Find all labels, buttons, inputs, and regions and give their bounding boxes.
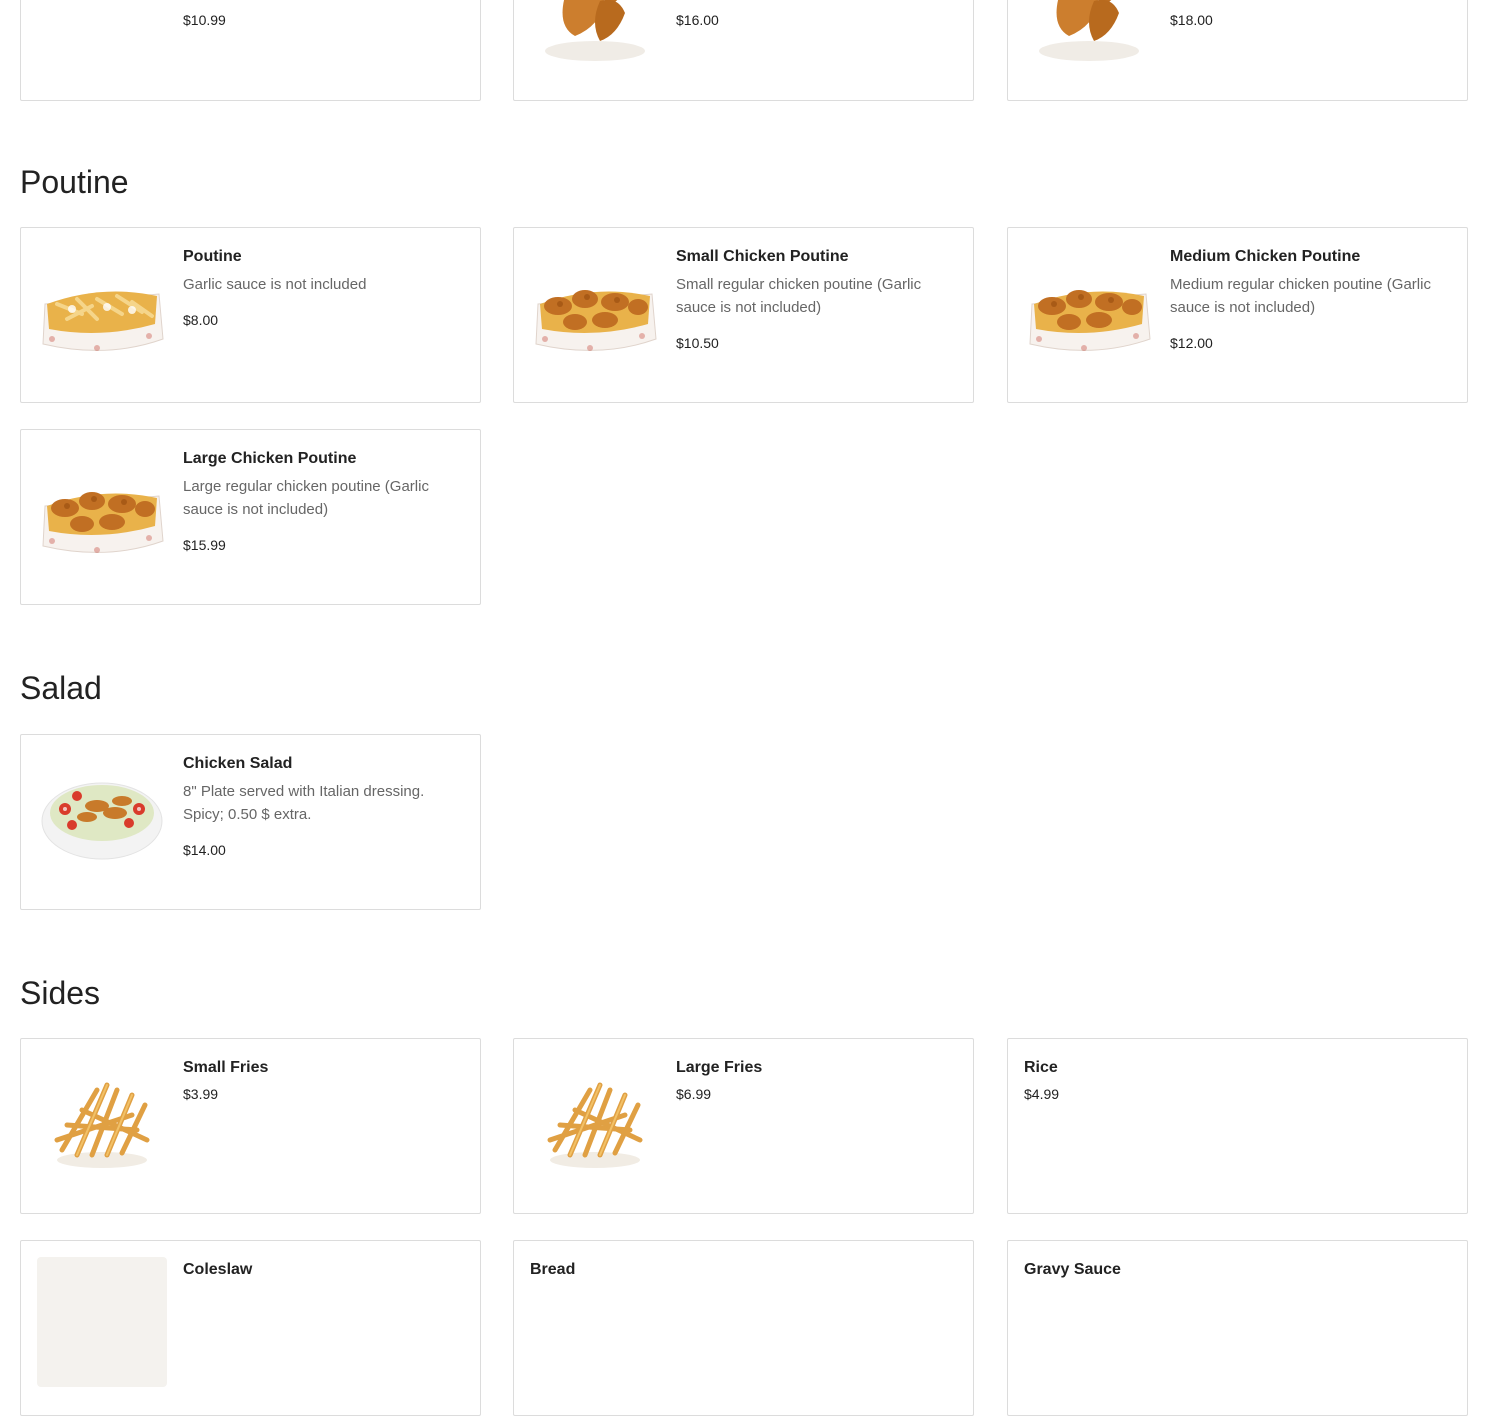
item-name: Chicken Salad <box>183 755 293 772</box>
item-price: $12.00 <box>1170 335 1213 351</box>
menu-item-gravy-sauce[interactable]: Gravy Sauce <box>1007 1240 1468 1416</box>
item-price: $15.99 <box>183 537 226 553</box>
poutine-image <box>37 244 167 374</box>
item-name: Poutine <box>183 248 242 265</box>
coleslaw-image <box>37 1257 167 1387</box>
menu-item-large-chicken-poutine[interactable]: Large Chicken Poutine Large regular chic… <box>20 429 481 605</box>
menu-item-card[interactable]: $16.00 <box>513 0 974 101</box>
section-title-salad: Salad <box>20 670 102 706</box>
item-price: $3.99 <box>183 1086 219 1102</box>
sandwich-image <box>37 0 167 21</box>
item-name: Large Fries <box>676 1059 763 1076</box>
section-title-poutine: Poutine <box>20 164 129 200</box>
chicken-poutine-image <box>1024 244 1154 374</box>
menu-item-small-fries[interactable]: Small Fries $3.99 <box>20 1038 481 1214</box>
fries-image <box>37 1055 167 1185</box>
item-price: $16.00 <box>676 12 719 28</box>
menu-item-card[interactable]: $10.99 <box>20 0 481 101</box>
item-price: $6.99 <box>676 1086 712 1102</box>
chicken-poutine-image <box>530 244 660 374</box>
menu-item-medium-chicken-poutine[interactable]: Medium Chicken Poutine Medium regular ch… <box>1007 227 1468 403</box>
menu-item-poutine[interactable]: Poutine Garlic sauce is not included $8.… <box>20 227 481 403</box>
item-name: Bread <box>530 1261 576 1278</box>
item-price: $10.50 <box>676 335 719 351</box>
menu-item-rice[interactable]: Rice $4.99 <box>1007 1038 1468 1214</box>
item-name: Small Fries <box>183 1059 269 1076</box>
salad-image <box>37 751 167 881</box>
item-price: $8.00 <box>183 312 219 328</box>
section-title-sides: Sides <box>20 975 101 1011</box>
menu-item-small-chicken-poutine[interactable]: Small Chicken Poutine Small regular chic… <box>513 227 974 403</box>
item-description: 8" Plate served with Italian dressing. S… <box>183 783 425 823</box>
item-description: Medium regular chicken poutine (Garlic s… <box>1170 276 1431 316</box>
item-price: $14.00 <box>183 842 226 858</box>
menu-item-chicken-salad[interactable]: Chicken Salad 8" Plate served with Itali… <box>20 734 481 910</box>
item-description: Large regular chicken poutine (Garlic sa… <box>183 478 429 518</box>
item-description: Garlic sauce is not included <box>183 276 367 293</box>
item-price: $18.00 <box>1170 12 1213 28</box>
chicken-tenders-image <box>1024 0 1154 71</box>
item-name: Coleslaw <box>183 1261 253 1278</box>
item-name: Gravy Sauce <box>1024 1261 1121 1278</box>
chicken-tenders-image <box>530 0 660 71</box>
menu-item-bread[interactable]: Bread <box>513 1240 974 1416</box>
item-description: Small regular chicken poutine (Garlic sa… <box>676 276 922 316</box>
menu-item-large-fries[interactable]: Large Fries $6.99 <box>513 1038 974 1214</box>
item-price: $10.99 <box>183 12 226 28</box>
menu-item-coleslaw[interactable]: Coleslaw <box>20 1240 481 1416</box>
item-name: Medium Chicken Poutine <box>1170 248 1361 265</box>
item-price: $4.99 <box>1024 1086 1060 1102</box>
item-name: Large Chicken Poutine <box>183 450 357 467</box>
chicken-poutine-image <box>37 446 167 576</box>
item-name: Small Chicken Poutine <box>676 248 849 265</box>
menu-item-card[interactable]: $18.00 <box>1007 0 1468 101</box>
item-name: Rice <box>1024 1059 1058 1076</box>
fries-image <box>530 1055 660 1185</box>
